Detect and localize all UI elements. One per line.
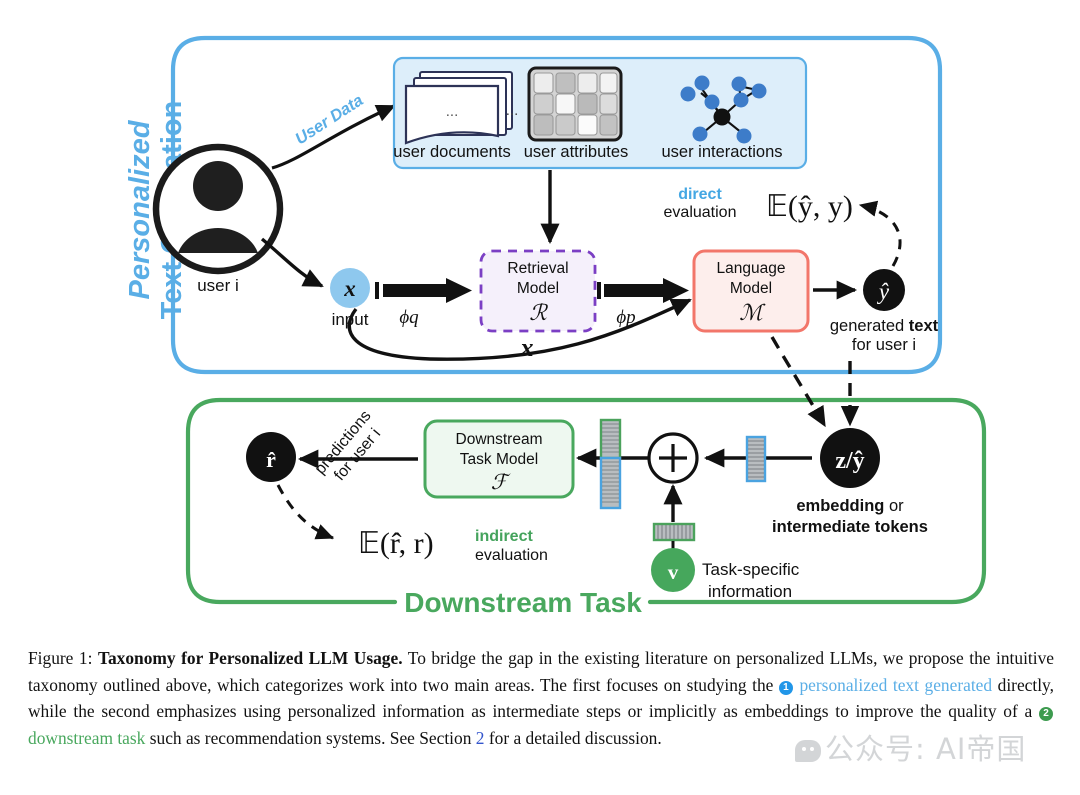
top-panel-title-line1: Personalized	[124, 119, 156, 299]
indirect-eval-formula: 𝔼(r̂, r)	[358, 527, 434, 560]
generated-text-label-line1: generated text	[830, 317, 939, 335]
generated-text-label-line2: for user i	[852, 336, 916, 354]
phi-q-edge	[375, 278, 472, 303]
embedding-label-line1: embedding or	[796, 497, 904, 515]
caption-figure-number: Figure 1:	[28, 648, 93, 668]
svg-text:...: ...	[446, 103, 459, 120]
caption-highlight-2: downstream task	[28, 727, 146, 748]
phi-q-label: ϕq	[399, 307, 419, 328]
indirect-eval-plain: evaluation	[475, 547, 548, 564]
data-source-label-0: user documents	[393, 143, 510, 161]
retrieval-model-line2: Model	[517, 280, 559, 297]
table-grid-icon	[527, 66, 623, 142]
caption-section-link[interactable]: 2	[476, 728, 485, 748]
retrieval-model-symbol: ℛ	[529, 300, 548, 325]
phi-p-edge	[597, 278, 689, 303]
lm-to-embedding-dashed-arrow	[770, 336, 827, 428]
documents-ellipsis: ...	[506, 102, 519, 119]
data-source-label-2: user interactions	[661, 143, 782, 161]
embedding-label-line2: intermediate tokens	[772, 518, 928, 536]
language-model-symbol: ℳ	[739, 300, 766, 325]
caption-body-3: such as recommendation systems. See Sect…	[149, 727, 472, 748]
direct-eval-plain: evaluation	[664, 204, 737, 221]
figure-caption: Figure 1: Taxonomy for Personalized LLM …	[28, 645, 1054, 751]
language-model-line1: Language	[717, 260, 786, 277]
figure-diagram: Personalized Text Generation user i User…	[0, 0, 1080, 640]
direct-eval-dashed-arrow	[858, 200, 902, 267]
direct-eval-bold: direct	[678, 186, 722, 203]
caption-highlight-1: personalized text generated	[799, 674, 993, 695]
caption-badge-1: 1	[778, 680, 793, 695]
user-to-input-arrow	[260, 237, 324, 288]
user-avatar	[152, 143, 284, 275]
task-vector-label-line2: information	[708, 582, 792, 601]
caption-body-4: for a detailed discussion.	[488, 727, 662, 748]
caption-title: Taxonomy for Personalized LLM Usage.	[97, 648, 403, 668]
task-vector-node-label: v	[668, 560, 679, 584]
prediction-node-label: r̂	[266, 447, 276, 472]
downstream-model-line2: Task Model	[460, 451, 538, 468]
task-vector-label-line1: Task-specific	[702, 560, 800, 579]
retrieval-model-line1: Retrieval	[507, 260, 568, 277]
downstream-model-line1: Downstream	[456, 431, 543, 448]
predictions-label: predictions for user i	[312, 408, 384, 485]
embedding-node-label: z/ŷ	[835, 448, 864, 474]
documents-stack-icon: ...	[404, 71, 513, 145]
data-source-label-1: user attributes	[524, 143, 629, 161]
direct-eval-formula: 𝔼(ŷ, y)	[766, 190, 853, 223]
generated-text-node-label: ŷ	[877, 279, 890, 304]
combined-vector-strip	[599, 418, 622, 510]
embedding-vector-strip	[745, 435, 767, 483]
indirect-eval-dashed-arrow	[276, 484, 335, 540]
bypass-x-label: x	[520, 333, 534, 362]
input-node-label: x	[343, 276, 356, 301]
language-model-line2: Model	[730, 280, 772, 297]
indirect-eval-bold: indirect	[475, 528, 533, 545]
user-label: user i	[197, 276, 239, 295]
bottom-panel-title: Downstream Task	[404, 587, 642, 618]
task-vector-strip	[652, 522, 696, 542]
caption-badge-2: 2	[1038, 707, 1053, 721]
